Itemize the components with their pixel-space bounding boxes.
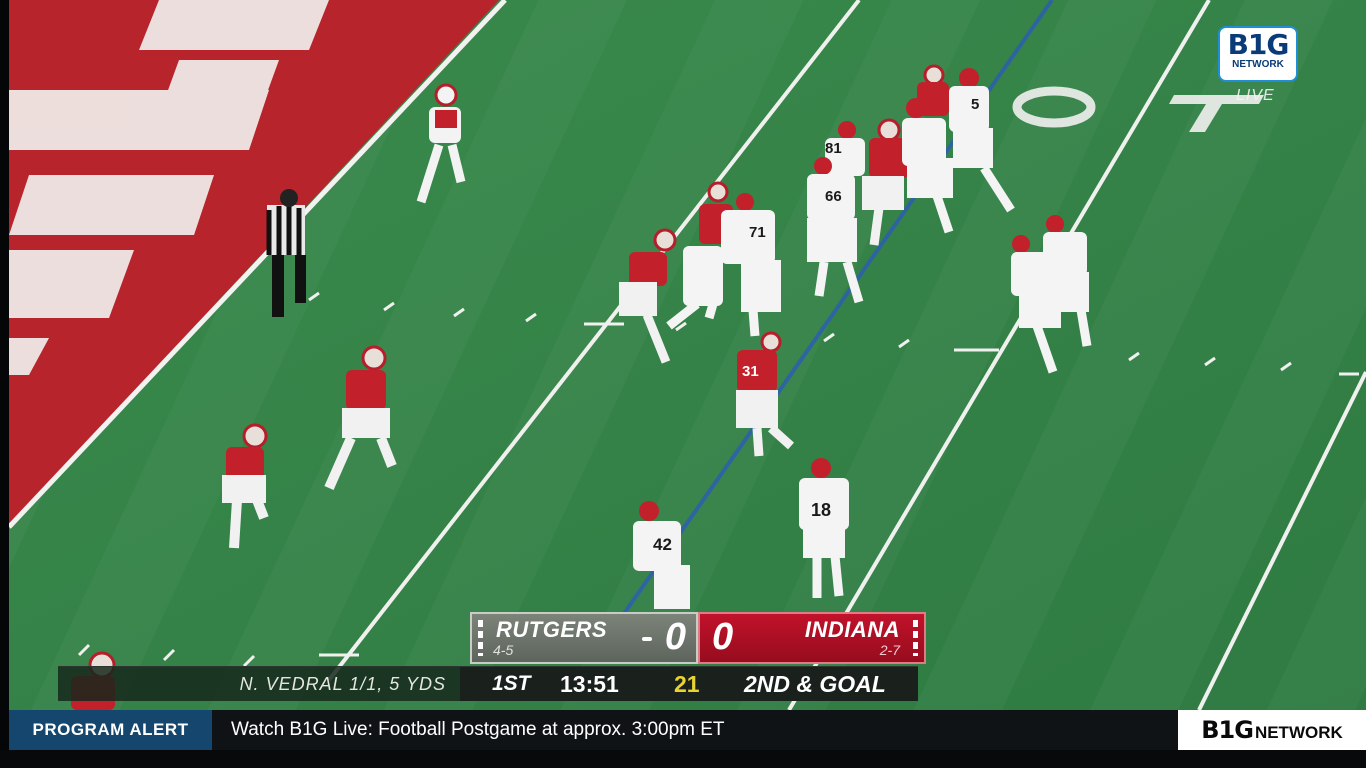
ticker-label: PROGRAM ALERT [9,710,212,750]
jersey-number: 31 [742,363,759,380]
ticker-message: Watch B1G Live: Football Postgame at app… [231,719,725,740]
jersey-number: 18 [811,500,831,520]
quarter: 1ST [492,672,531,695]
jersey-number: 81 [825,140,842,157]
bottom-border [0,750,1366,768]
home-team-record: 2-7 [879,642,900,658]
football-field-scene: 81 71 66 5 31 42 18 [9,0,1366,710]
ticker-logo-subtext: NETWORK [1254,723,1343,742]
away-team-name: RUTGERS [496,617,608,642]
home-team-score: 0 [712,616,734,658]
play-clock: 21 [674,671,700,697]
game-status-bar: 1ST 13:51 21 2ND & GOAL [460,666,918,701]
timeouts-indicator [478,620,483,656]
live-label: LIVE [1236,87,1275,104]
jersey-number: 5 [971,96,979,113]
game-clock: 13:51 [560,671,619,697]
home-team-name: INDIANA [804,617,900,642]
broadcast-frame: 81 71 66 5 31 42 18 B1G NETWORK LIVE N. … [0,0,1366,768]
timeouts-indicator [913,620,918,656]
player-stat-text: N. VEDRAL 1/1, 5 YDS [239,674,446,694]
away-team-panel: RUTGERS 4-5 0 [470,612,698,664]
home-team-panel: 0 INDIANA 2-7 [698,612,926,664]
b1g-logo-text: B1G [1227,28,1290,61]
left-border [0,0,9,768]
bottom-ticker: PROGRAM ALERT Watch B1G Live: Football P… [9,710,1366,750]
ticker-logo-text: B1G [1201,716,1254,744]
down-and-distance: 2ND & GOAL [744,671,886,697]
jersey-number: 42 [653,535,672,554]
jersey-number: 66 [825,188,842,205]
ticker-network-logo: B1G NETWORK [1178,710,1366,750]
player-stat-bar: N. VEDRAL 1/1, 5 YDS [58,666,460,701]
away-team-score: 0 [664,616,686,658]
away-team-record: 4-5 [493,642,514,658]
jersey-number: 71 [749,224,766,241]
b1g-network-logo: B1G NETWORK [1218,26,1298,82]
possession-indicator [642,637,652,641]
